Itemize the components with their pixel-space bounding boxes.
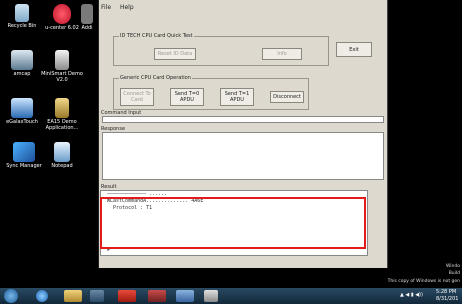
media-player-icon[interactable]: [90, 290, 104, 302]
quick-test-legend: ID TECH CPU Card Quick Test: [119, 33, 194, 39]
minismart-icon: [55, 50, 69, 70]
watermark-line-1: Windo: [445, 264, 460, 269]
window-app-icon[interactable]: [204, 290, 218, 302]
sync-manager-icon: [13, 142, 35, 162]
desktop-icon-amcap[interactable]: amcap: [0, 50, 44, 77]
watermark-line-3: This copy of Windows is not gen: [387, 279, 460, 284]
desktop-icon-ea15-demo[interactable]: EA15 Demo Application...: [40, 98, 84, 131]
menu-bar: File Help: [101, 4, 141, 13]
desktop-icon-notepad[interactable]: Notepad: [40, 142, 84, 169]
desktop-icon-label: Addi: [81, 25, 93, 31]
u-center-icon: [53, 4, 71, 24]
internet-explorer-icon[interactable]: [36, 290, 48, 302]
generic-op-group: Generic CPU Card Operation Connect To Ca…: [113, 75, 309, 110]
reset-id-data-button[interactable]: Reset ID Data: [154, 48, 196, 60]
app-taskbar-icon[interactable]: [148, 290, 166, 302]
desktop-icon-label: MiniSmart Demo V2.0: [41, 71, 83, 83]
desktop-icon-egalaxtouch[interactable]: eGalaxTouch: [0, 98, 44, 125]
disconnect-button[interactable]: Disconnect: [270, 91, 304, 103]
desktop-icon-label: Recycle Bin: [7, 23, 37, 29]
desktop-icon-label: amcap: [13, 71, 31, 77]
app-icon: [81, 4, 93, 24]
exit-button[interactable]: Exit: [336, 42, 372, 57]
start-button-icon[interactable]: [4, 289, 18, 303]
file-explorer-icon[interactable]: [64, 290, 82, 302]
menu-help[interactable]: Help: [120, 4, 134, 11]
recycle-bin-icon: [15, 4, 29, 22]
tray-icons: ▲ ◀ ▮ ◀)): [400, 292, 423, 298]
desktop-icon-recycle-bin[interactable]: Recycle Bin: [0, 4, 44, 29]
connect-to-card-button[interactable]: Connect To Card: [120, 88, 154, 106]
ea15-demo-icon: [55, 98, 69, 118]
quick-test-group: ID TECH CPU Card Quick Test Reset ID Dat…: [113, 33, 329, 66]
pdf-reader-icon[interactable]: [118, 290, 136, 302]
send-t0-apdu-button[interactable]: Send T=0 APDU: [170, 88, 204, 106]
clock-date[interactable]: 8/31/201: [436, 296, 458, 302]
clock-time[interactable]: 5:28 PM: [436, 289, 456, 295]
desktop-icon-label: eGalaxTouch: [6, 119, 38, 125]
egalaxtouch-icon: [11, 98, 33, 118]
desktop-icon-minismart[interactable]: MiniSmart Demo V2.0: [40, 50, 84, 83]
network-app-icon[interactable]: [176, 290, 194, 302]
desktop-icon-label: EA15 Demo Application...: [45, 119, 79, 131]
result-highlight-annotation: [100, 197, 366, 249]
notepad-icon: [54, 142, 70, 162]
command-input-field[interactable]: [102, 116, 384, 123]
amcap-icon: [11, 50, 33, 70]
desktop-icon-label: Notepad: [51, 163, 73, 169]
desktop-icon-addi[interactable]: Addi: [76, 4, 98, 31]
watermark-line-2: Build: [448, 271, 460, 276]
info-button[interactable]: Info: [262, 48, 302, 60]
generic-op-legend: Generic CPU Card Operation: [119, 75, 192, 81]
send-t1-apdu-button[interactable]: Send T=1 APDU: [220, 88, 254, 106]
menu-file[interactable]: File: [101, 4, 111, 11]
response-field[interactable]: [102, 132, 384, 180]
